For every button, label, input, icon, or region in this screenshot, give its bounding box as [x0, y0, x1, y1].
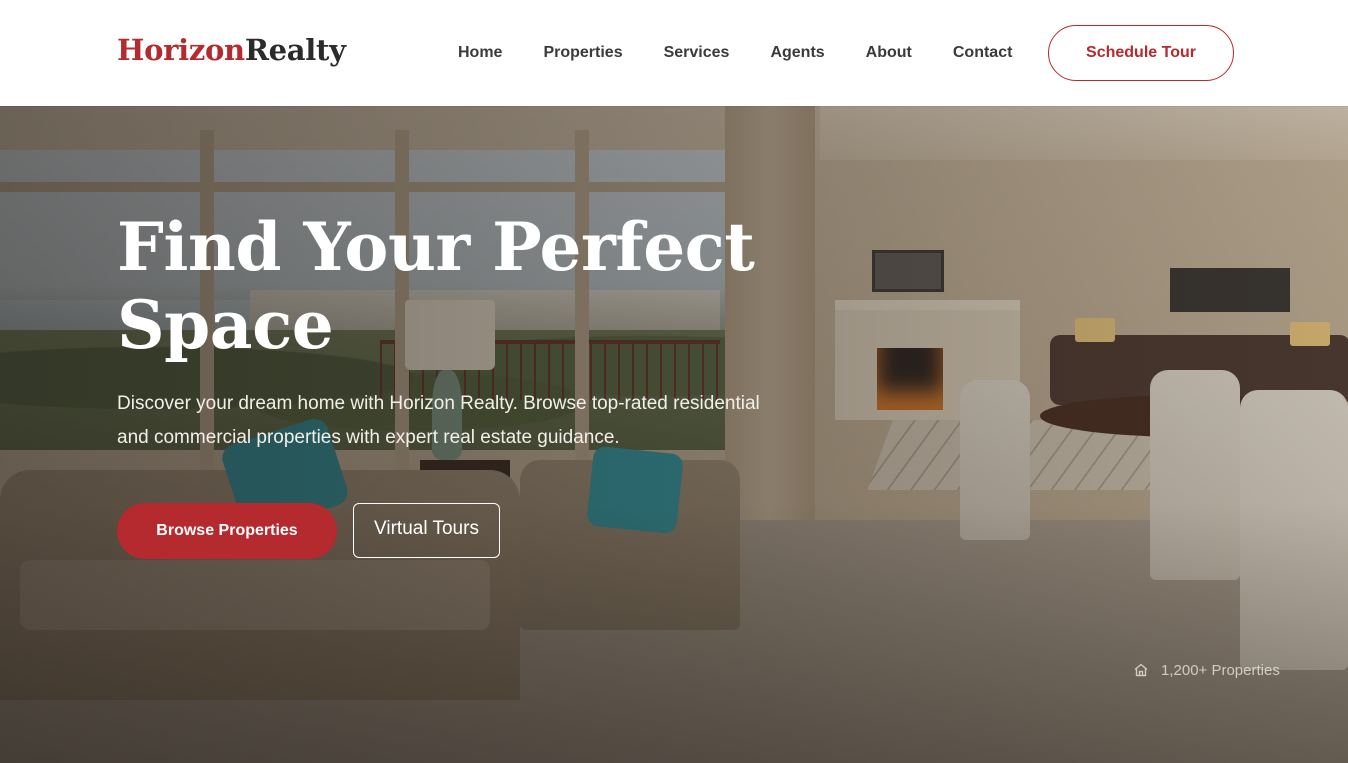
home-icon — [1133, 662, 1149, 678]
brand-logo-part1: Horizon — [117, 33, 245, 67]
nav-agents[interactable]: Agents — [770, 44, 824, 62]
nav-about[interactable]: About — [866, 44, 912, 62]
hero-section: Find Your Perfect Space Discover your dr… — [0, 0, 1348, 763]
schedule-tour-button[interactable]: Schedule Tour — [1048, 25, 1234, 81]
virtual-tours-button[interactable]: Virtual Tours — [353, 503, 500, 558]
main-nav: Home Properties Services Agents About Co… — [458, 0, 1012, 106]
site-header: HorizonRealty Home Properties Services A… — [0, 0, 1348, 106]
hero-subtitle: Discover your dream home with Horizon Re… — [117, 393, 760, 448]
brand-logo[interactable]: HorizonRealty — [117, 33, 346, 67]
nav-properties[interactable]: Properties — [543, 44, 622, 62]
properties-stat: 1,200+ Properties — [1133, 658, 1280, 682]
nav-services[interactable]: Services — [664, 44, 730, 62]
hero-title: Find Your Perfect Space — [117, 208, 755, 364]
browse-properties-button[interactable]: Browse Properties — [117, 503, 337, 559]
brand-logo-part2: Realty — [244, 33, 346, 67]
nav-home[interactable]: Home — [458, 44, 502, 62]
nav-contact[interactable]: Contact — [953, 44, 1013, 62]
properties-stat-label: 1,200+ Properties — [1161, 661, 1280, 679]
